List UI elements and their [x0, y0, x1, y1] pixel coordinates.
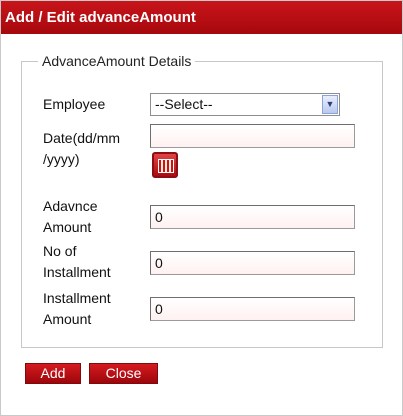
advance-amount-input[interactable]: [150, 205, 355, 229]
add-button[interactable]: Add: [25, 363, 81, 384]
employee-label: Employee: [43, 96, 106, 112]
installment-amount-label-line2: Amount: [43, 311, 92, 327]
date-input[interactable]: [150, 124, 355, 148]
employee-select[interactable]: --Select-- ▼: [150, 93, 340, 116]
calendar-icon[interactable]: [152, 152, 178, 178]
installment-amount-input[interactable]: [150, 297, 355, 321]
dialog-title: Add / Edit advanceAmount: [1, 1, 402, 34]
advance-amount-label-line2: Amount: [43, 219, 92, 235]
installments-label-line1: No of: [43, 243, 77, 259]
installment-amount-label-line1: Installment: [43, 290, 111, 306]
installments-label-line2: Installment: [43, 264, 111, 280]
employee-select-value: --Select--: [155, 96, 213, 112]
chevron-down-icon[interactable]: ▼: [322, 95, 338, 114]
date-label-line2: /yyyy): [43, 151, 80, 167]
installments-input[interactable]: [150, 251, 355, 275]
date-label-line1: Date(dd/mm: [43, 130, 121, 146]
add-edit-dialog: Add / Edit advanceAmount AdvanceAmount D…: [0, 0, 403, 416]
group-legend: AdvanceAmount Details: [42, 53, 192, 69]
advance-amount-label-line1: Adavnce: [43, 198, 98, 214]
close-button[interactable]: Close: [89, 363, 158, 384]
